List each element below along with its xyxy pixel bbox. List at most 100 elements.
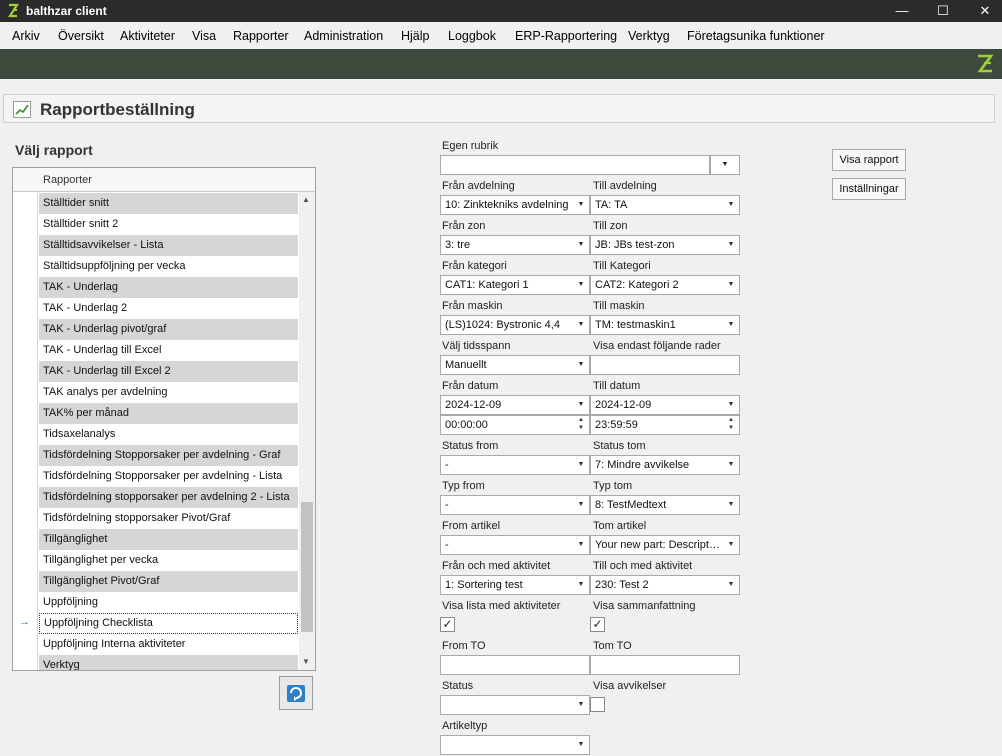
fran-aktivitet-select[interactable]: 1: Sortering test ▼ [440,575,590,595]
till-aktivitet-select[interactable]: 230: Test 2 ▼ [590,575,740,595]
chevron-down-icon: ▼ [727,541,735,548]
report-row[interactable]: Tillgänglighet [39,529,298,550]
maximize-button[interactable]: ☐ [926,0,960,22]
status-from-select[interactable]: - ▼ [440,455,590,475]
minimize-button[interactable]: — [885,0,919,22]
report-row[interactable]: Ställtidsuppföljning per vecka [39,256,298,277]
till-zon-select[interactable]: JB: JBs test-zon ▼ [590,235,740,255]
window-title: balthzar client [26,4,107,18]
report-row[interactable]: TAK - Underlag [39,277,298,298]
fran-kategori-select[interactable]: CAT1: Kategori 1 ▼ [440,275,590,295]
visa-sammanfattning-checkbox[interactable]: ✓ [590,617,605,632]
artikeltyp-select[interactable]: ▼ [440,735,590,755]
chevron-down-icon: ▼ [577,241,585,248]
close-button[interactable]: ✕ [968,0,1002,22]
report-row[interactable]: Tidsfördelning stopporsaker per avdelnin… [39,487,298,508]
report-row[interactable]: Verktyg [39,655,298,670]
chevron-down-icon: ▼ [577,281,585,288]
status-select[interactable]: ▼ [440,695,590,715]
menu-erp-rapportering[interactable]: ERP-Rapportering [515,29,617,43]
chevron-down-icon: ▼ [577,461,585,468]
valj-tidsspann-select[interactable]: Manuellt ▼ [440,355,590,375]
visa-lista-checkbox[interactable]: ✓ [440,617,455,632]
chevron-down-icon: ▼ [727,461,735,468]
installningar-button[interactable]: Inställningar [832,178,906,200]
typ-from-select[interactable]: - ▼ [440,495,590,515]
till-zon-label: Till zon [593,220,628,232]
fran-zon-select[interactable]: 3: tre ▼ [440,235,590,255]
visa-sammanfattning-label: Visa sammanfattning [593,600,696,612]
typ-tom-select[interactable]: 8: TestMedtext ▼ [590,495,740,515]
tom-artikel-select[interactable]: Your new part: Description ▼ [590,535,740,555]
menu-visa[interactable]: Visa [192,29,216,43]
spin-arrows-icon[interactable]: ▲ ▼ [723,416,739,434]
menu-oversikt[interactable]: Översikt [58,29,104,43]
spin-arrows-icon[interactable]: ▲ ▼ [573,416,589,434]
status-tom-select[interactable]: 7: Mindre avvikelse ▼ [590,455,740,475]
fran-avdelning-select[interactable]: 10: Zinktekniks avdelning ▼ [440,195,590,215]
fran-avdelning-label: Från avdelning [442,180,515,192]
report-row[interactable]: Tidsfördelning Stopporsaker per avdelnin… [39,445,298,466]
report-row[interactable]: Ställtidsavvikelser - Lista [39,235,298,256]
report-row[interactable]: Tillgänglighet Pivot/Graf [39,571,298,592]
fran-maskin-select[interactable]: (LS)1024: Bystronic 4,4 ▼ [440,315,590,335]
menu-foretagsunika[interactable]: Företagsunika funktioner [687,29,825,43]
till-maskin-select[interactable]: TM: testmaskin1 ▼ [590,315,740,335]
report-row[interactable]: Uppföljning Interna aktiviteter [39,634,298,655]
report-row[interactable]: Uppföljning [39,592,298,613]
fran-tid-spinner[interactable]: 00:00:00 ▲ ▼ [440,415,590,435]
chevron-down-icon: ▼ [727,281,735,288]
report-row[interactable]: Uppföljning Checklista [39,613,298,634]
report-row[interactable]: TAK% per månad [39,403,298,424]
till-aktivitet-label: Till och med aktivitet [593,560,693,572]
report-row[interactable]: Tidsfördelning Stopporsaker per avdelnin… [39,466,298,487]
menu-loggbok[interactable]: Loggbok [448,29,496,43]
visa-rapport-button[interactable]: Visa rapport [832,149,906,171]
report-row[interactable]: TAK - Underlag pivot/graf [39,319,298,340]
egen-rubrik-input[interactable] [440,155,710,175]
till-avdelning-select[interactable]: TA: TA ▼ [590,195,740,215]
grid-scrollbar[interactable]: ▲ ▼ [299,192,315,670]
from-to-label: From TO [442,640,486,652]
chevron-down-icon: ▼ [727,321,735,328]
chevron-down-icon: ▼ [577,501,585,508]
report-row[interactable]: Tidsaxelanalys [39,424,298,445]
egen-rubrik-dropdown[interactable]: ▼ [710,155,740,175]
till-kategori-select[interactable]: CAT2: Kategori 2 ▼ [590,275,740,295]
egen-rubrik-label: Egen rubrik [442,140,499,152]
menu-rapporter[interactable]: Rapporter [233,29,289,43]
menu-aktiviteter[interactable]: Aktiviteter [120,29,175,43]
till-datum-picker[interactable]: 2024-12-09 ▼ [590,395,740,415]
chevron-down-icon: ▼ [727,501,735,508]
menu-hjalp[interactable]: Hjälp [401,29,430,43]
till-tid-spinner[interactable]: 23:59:59 ▲ ▼ [590,415,740,435]
visa-avvikelser-checkbox[interactable] [590,697,605,712]
tom-to-input[interactable] [590,655,740,675]
report-row[interactable]: Tidsfördelning stopporsaker Pivot/Graf [39,508,298,529]
fran-datum-picker[interactable]: 2024-12-09 ▼ [440,395,590,415]
report-row[interactable]: Tillgänglighet per vecka [39,550,298,571]
report-row[interactable]: TAK analys per avdelning [39,382,298,403]
menu-verktyg[interactable]: Verktyg [628,29,670,43]
refresh-button[interactable] [279,676,313,710]
status-tom-label: Status tom [593,440,646,452]
chevron-down-icon: ▼ [577,201,585,208]
from-artikel-select[interactable]: - ▼ [440,535,590,555]
from-to-input[interactable] [440,655,590,675]
valj-tidsspann-label: Välj tidsspann [442,340,511,352]
current-row-arrow-icon: → [19,616,30,628]
report-row[interactable]: TAK - Underlag till Excel [39,340,298,361]
visa-endast-input[interactable] [590,355,740,375]
report-row[interactable]: Ställtider snitt [39,193,298,214]
report-row[interactable]: Ställtider snitt 2 [39,214,298,235]
typ-from-label: Typ from [442,480,485,492]
column-header-rapporter[interactable]: Rapporter [43,174,92,186]
scroll-thumb[interactable] [301,502,313,632]
scroll-down-icon[interactable]: ▼ [302,657,310,666]
scroll-up-icon[interactable]: ▲ [302,195,310,204]
refresh-icon [287,685,305,702]
report-row[interactable]: TAK - Underlag till Excel 2 [39,361,298,382]
menu-administration[interactable]: Administration [304,29,383,43]
report-row[interactable]: TAK - Underlag 2 [39,298,298,319]
menu-arkiv[interactable]: Arkiv [12,29,40,43]
